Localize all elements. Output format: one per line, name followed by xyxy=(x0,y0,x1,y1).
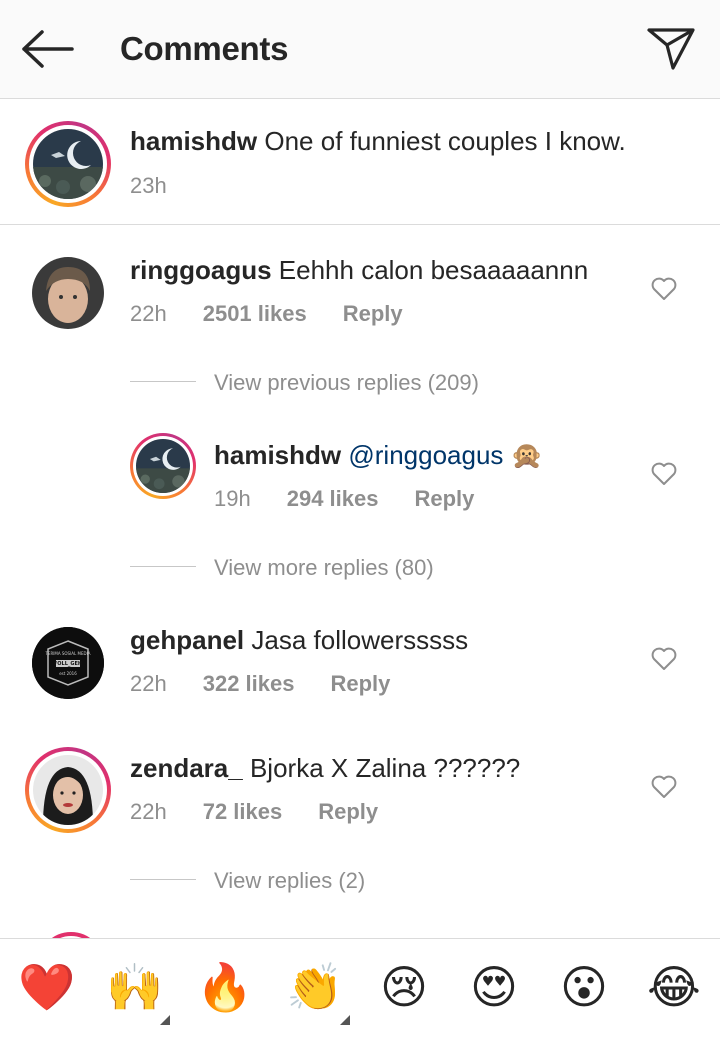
like-button[interactable] xyxy=(651,462,677,486)
raised-hands-emoji-button[interactable]: 🙌 xyxy=(106,959,170,1025)
divider xyxy=(130,566,196,567)
badge-text-bottom: est 2016 xyxy=(59,671,77,676)
avatar-story-ring[interactable] xyxy=(130,433,196,499)
reply-text: hamishdw @ringgoagus 🙊 xyxy=(214,439,543,471)
avatar[interactable] xyxy=(32,257,104,329)
avatar-story-ring[interactable] xyxy=(25,121,111,207)
arrow-left-icon xyxy=(22,30,74,68)
back-button[interactable] xyxy=(20,28,76,70)
reply-button[interactable]: Reply xyxy=(330,671,390,697)
heart-outline-icon xyxy=(651,277,677,300)
reply-username[interactable]: hamishdw xyxy=(214,440,341,470)
avatar xyxy=(33,129,103,199)
send-button[interactable] xyxy=(646,25,696,71)
avatar[interactable]: TERIMA SOSIAL MEDIA FOLL_GEH est 2016 xyxy=(32,627,104,699)
heart-outline-icon xyxy=(651,462,677,485)
like-button[interactable] xyxy=(651,277,677,301)
crying-emoji-button[interactable]: 😢 xyxy=(376,959,432,1015)
avatar xyxy=(136,439,190,493)
reply-meta: 19h 294 likes Reply xyxy=(214,486,510,512)
laughing-emoji-button[interactable]: 😂 xyxy=(646,959,702,1015)
caption-text: hamishdw One of funniest couples I know. xyxy=(130,126,626,156)
badge-text-main: FOLL_GEH xyxy=(53,661,83,667)
likes-count[interactable]: 72 likes xyxy=(203,799,283,825)
heart-eyes-emoji-button[interactable]: 😍 xyxy=(466,959,522,1015)
header-bar: Comments xyxy=(0,0,720,99)
surprised-emoji-button[interactable]: 😮 xyxy=(556,959,612,1015)
fire-emoji-button[interactable]: 🔥 xyxy=(196,959,253,1015)
comment-username[interactable]: ringgoagus xyxy=(130,255,272,285)
view-previous-replies[interactable]: View previous replies (209) xyxy=(214,370,479,396)
comment-username[interactable]: zendara_ xyxy=(130,753,243,783)
likes-count[interactable]: 2501 likes xyxy=(203,301,307,327)
comment-username[interactable]: gehpanel xyxy=(130,625,244,655)
badge-text-top: TERIMA SOSIAL MEDIA xyxy=(45,651,91,656)
caption-meta: 23h xyxy=(130,173,203,199)
comment-time: 22h xyxy=(130,799,167,824)
reply-button[interactable]: Reply xyxy=(414,486,474,512)
post-caption: hamishdw One of funniest couples I know.… xyxy=(0,99,720,225)
comment-meta: 22h 72 likes Reply xyxy=(130,799,414,825)
clapping-emoji-button[interactable]: 👏 xyxy=(286,959,350,1025)
view-replies[interactable]: View replies (2) xyxy=(214,868,365,894)
caption-username[interactable]: hamishdw xyxy=(130,126,257,156)
comment-time: 22h xyxy=(130,301,167,326)
page-title: Comments xyxy=(120,30,289,67)
paper-plane-icon xyxy=(647,28,695,70)
comment-text: gehpanel Jasa followersssss xyxy=(130,625,469,655)
comment-text: ringgoagus Eehhh calon besaaaaannn xyxy=(130,255,589,285)
likes-count[interactable]: 294 likes xyxy=(287,486,379,512)
heart-outline-icon xyxy=(651,647,677,670)
emoji-reaction-bar: ❤️ 🙌 🔥 👏 😢 😍 😮 😂 xyxy=(0,938,720,1037)
reply-emoji: 🙊 xyxy=(510,440,544,470)
divider xyxy=(130,381,196,382)
comment-text: zendara_ Bjorka X Zalina ?????? xyxy=(130,753,521,783)
avatar xyxy=(33,755,103,825)
heart-emoji-button[interactable]: ❤️ xyxy=(18,959,75,1015)
skin-tone-indicator xyxy=(340,1015,350,1025)
like-button[interactable] xyxy=(651,647,677,671)
like-button[interactable] xyxy=(651,775,677,799)
view-more-replies[interactable]: View more replies (80) xyxy=(214,555,434,581)
avatar-story-ring[interactable] xyxy=(25,747,111,833)
comment-meta: 22h 2501 likes Reply xyxy=(130,301,439,327)
reply-button[interactable]: Reply xyxy=(318,799,378,825)
comment-meta: 22h 322 likes Reply xyxy=(130,671,426,697)
heart-outline-icon xyxy=(651,775,677,798)
skin-tone-indicator xyxy=(160,1015,170,1025)
comment-time: 22h xyxy=(130,671,167,696)
reply-time: 19h xyxy=(214,486,251,511)
likes-count[interactable]: 322 likes xyxy=(203,671,295,697)
reply-button[interactable]: Reply xyxy=(343,301,403,327)
mention-link[interactable]: @ringgoagus xyxy=(348,440,503,470)
divider xyxy=(130,879,196,880)
caption-time: 23h xyxy=(130,173,167,198)
